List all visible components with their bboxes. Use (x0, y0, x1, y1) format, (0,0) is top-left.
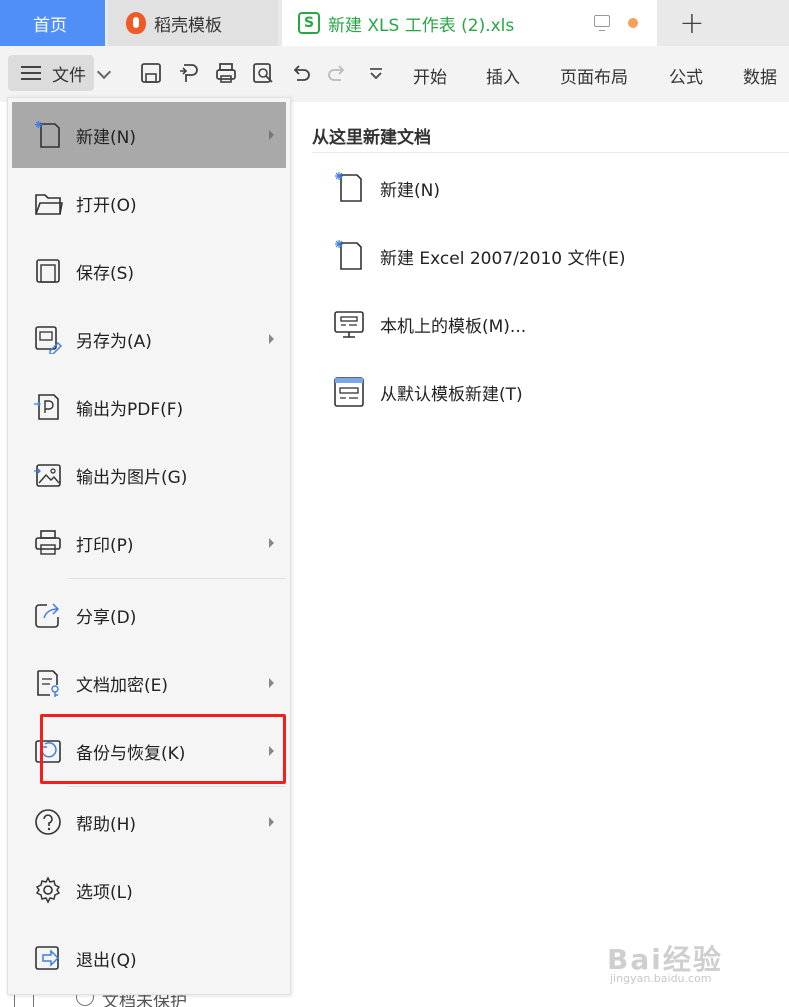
toolbar: 文件 开始 插入 页面布局 公式 数据 (0, 46, 789, 102)
ribbon-tab-home[interactable]: 开始 (413, 63, 447, 88)
panel-item-new[interactable]: 新建(N) (332, 168, 440, 208)
menu-item-label: 输出为PDF(F) (76, 399, 184, 420)
new-document-panel: 从这里新建文档 新建(N) 新建 Excel 2007/2010 文件(E) 本… (292, 102, 789, 1007)
exit-icon (35, 946, 60, 970)
help-icon (35, 809, 61, 835)
print-icon (35, 530, 61, 555)
panel-item-label: 从默认模板新建(T) (380, 384, 523, 405)
options-gear-icon (35, 876, 61, 904)
new-doc-icon (35, 121, 60, 148)
share-icon (35, 603, 60, 628)
redo-icon[interactable] (326, 62, 348, 84)
spreadsheet-icon: S (298, 12, 320, 34)
more-icon[interactable] (365, 62, 387, 84)
panel-item-default-template[interactable]: 从默认模板新建(T) (332, 372, 523, 412)
menu-item-options[interactable]: 选项(L) (12, 857, 286, 923)
menu-item-label: 分享(D) (76, 607, 137, 628)
menu-item-save[interactable]: 保存(S) (12, 238, 286, 304)
menu-item-open[interactable]: 打开(O) (12, 170, 286, 236)
export-pdf-icon[interactable] (178, 62, 200, 84)
menu-item-export-image[interactable]: 输出为图片(G) (12, 442, 286, 508)
menu-item-encrypt[interactable]: 文档加密(E) (12, 650, 286, 716)
new-doc-icon (335, 172, 362, 202)
hamburger-icon (21, 66, 41, 80)
unsaved-dot-icon (628, 18, 638, 28)
menu-item-label: 输出为图片(G) (76, 467, 188, 488)
ribbon-tab-page-layout[interactable]: 页面布局 (560, 63, 628, 88)
submenu-arrow-icon (269, 538, 274, 548)
export-image-icon (34, 464, 61, 487)
print-preview-icon[interactable] (252, 62, 274, 84)
menu-item-label: 退出(Q) (76, 950, 137, 971)
menu-item-label: 帮助(H) (76, 814, 137, 835)
save-icon[interactable] (140, 62, 162, 84)
menu-item-label: 打开(O) (76, 195, 137, 216)
submenu-arrow-icon (269, 334, 274, 344)
file-menu: 新建(N) 打开(O) 保存(S) 另存为(A) 输出为PDF(F) 输出为图片… (7, 97, 291, 995)
save-icon (36, 259, 60, 283)
ribbon-tab-formulas[interactable]: 公式 (669, 63, 703, 88)
daoke-logo-icon (126, 12, 146, 34)
tab-daoke-templates[interactable]: 稻壳模板 (108, 0, 278, 46)
undo-icon[interactable] (290, 62, 312, 84)
menu-item-label: 打印(P) (76, 535, 134, 556)
submenu-arrow-icon (269, 678, 274, 688)
tab-home[interactable]: 首页 (0, 0, 105, 46)
default-template-icon (334, 377, 364, 407)
watermark-url: jingyan.baidu.com (610, 972, 712, 985)
menu-item-label: 另存为(A) (76, 331, 152, 352)
save-as-icon (35, 326, 62, 354)
panel-title: 从这里新建文档 (312, 128, 431, 148)
menu-item-label: 新建(N) (76, 127, 136, 148)
tab-document-label: 新建 XLS 工作表 (2).xls (328, 15, 515, 36)
tab-bar: 首页 稻壳模板 S 新建 XLS 工作表 (2).xls + (0, 0, 789, 46)
encrypt-icon (37, 670, 59, 697)
folder-open-icon (35, 194, 63, 215)
panel-item-label: 本机上的模板(M)... (380, 316, 527, 337)
local-template-icon (334, 311, 364, 338)
export-pdf-icon (34, 394, 59, 420)
sheet-icon (14, 993, 34, 1007)
highlight-box (40, 714, 286, 784)
new-excel-icon (335, 240, 362, 270)
monitor-icon[interactable] (594, 15, 610, 31)
tab-document[interactable]: S 新建 XLS 工作表 (2).xls (282, 0, 657, 46)
menu-item-label: 文档加密(E) (76, 675, 169, 696)
menu-separator (68, 578, 286, 579)
submenu-arrow-icon (269, 130, 274, 140)
divider (312, 152, 789, 153)
chevron-down-icon[interactable] (96, 64, 112, 80)
plus-icon: + (679, 5, 705, 41)
menu-item-label: 选项(L) (76, 882, 133, 903)
panel-item-label: 新建 Excel 2007/2010 文件(E) (380, 248, 626, 269)
menu-item-label: 保存(S) (76, 263, 135, 284)
panel-item-new-excel[interactable]: 新建 Excel 2007/2010 文件(E) (332, 236, 626, 276)
file-menu-button[interactable]: 文件 (8, 55, 94, 91)
ribbon-tab-data[interactable]: 数据 (743, 63, 777, 88)
menu-item-new[interactable]: 新建(N) (12, 102, 286, 168)
ribbon-tab-insert[interactable]: 插入 (486, 63, 520, 88)
file-menu-label: 文件 (52, 65, 86, 86)
menu-item-share[interactable]: 分享(D) (12, 582, 286, 648)
tab-home-label: 首页 (33, 15, 67, 36)
menu-item-export-pdf[interactable]: 输出为PDF(F) (12, 374, 286, 440)
submenu-arrow-icon (269, 817, 274, 827)
menu-separator (68, 786, 286, 787)
panel-item-label: 新建(N) (380, 180, 440, 201)
menu-item-print[interactable]: 打印(P) (12, 510, 286, 576)
menu-item-help[interactable]: 帮助(H) (12, 789, 286, 855)
new-tab-button[interactable]: + (672, 0, 712, 46)
menu-item-save-as[interactable]: 另存为(A) (12, 306, 286, 372)
menu-item-exit[interactable]: 退出(Q) (12, 925, 286, 991)
print-icon[interactable] (215, 62, 237, 84)
tab-daoke-label: 稻壳模板 (154, 15, 222, 36)
panel-item-local-template[interactable]: 本机上的模板(M)... (332, 304, 526, 344)
